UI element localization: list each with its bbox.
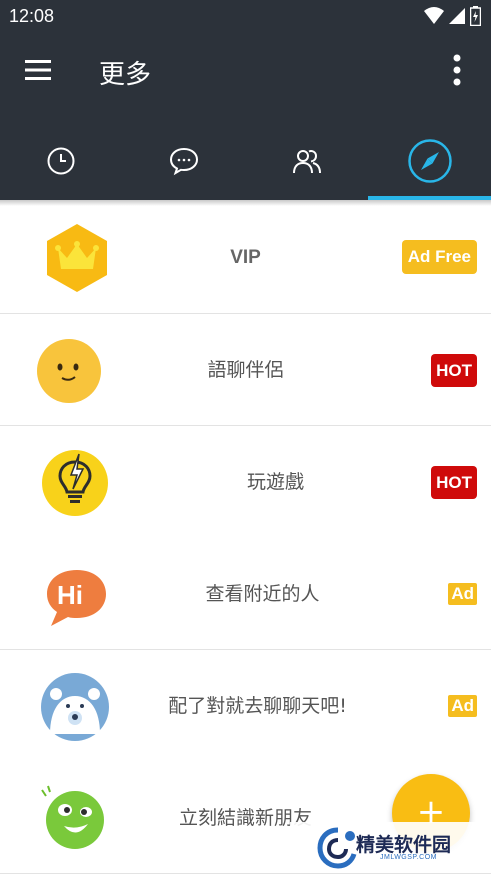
watermark-logo-icon: [317, 827, 357, 869]
list-item-vip[interactable]: VIP Ad Free: [0, 202, 491, 314]
status-bar: 12:08: [0, 0, 491, 34]
clock-icon: [47, 147, 75, 175]
more-vert-icon[interactable]: [451, 54, 463, 86]
tab-discover[interactable]: [368, 122, 491, 200]
list-item-label: 查看附近的人: [205, 583, 320, 605]
app-bar: 更多: [0, 34, 491, 200]
hot-badge: HOT: [431, 354, 477, 387]
watermark-text: 精美软件园: [356, 834, 452, 856]
hamburger-menu-icon[interactable]: [24, 58, 52, 82]
tab-recent[interactable]: [0, 122, 123, 200]
list-item-label: 配了對就去聊聊天吧!: [168, 695, 347, 717]
ad-free-badge: Ad Free: [401, 240, 477, 274]
list-item-nearby[interactable]: Hi 查看附近的人 Ad: [0, 538, 491, 650]
watermark-url: JMLWGSP.COM: [380, 854, 437, 861]
tab-chats[interactable]: [123, 122, 246, 200]
ad-badge: Ad: [448, 695, 477, 717]
signal-icon: [449, 8, 465, 24]
chat-bubble-icon: [170, 147, 199, 176]
list-item-voice-partner[interactable]: 語聊伴侶 HOT: [0, 314, 491, 426]
watermark: 精美软件园 JMLWGSP.COM: [290, 822, 491, 872]
people-icon: [292, 150, 321, 174]
status-icons: [424, 6, 481, 26]
compass-icon: [407, 139, 452, 183]
wifi-icon: [424, 7, 444, 24]
ad-badge: Ad: [448, 583, 477, 605]
hot-badge: HOT: [431, 466, 477, 499]
status-time: 12:08: [9, 6, 55, 26]
tab-bar: [0, 122, 491, 200]
list-item-games[interactable]: 玩遊戲 HOT: [0, 426, 491, 538]
page-title: 更多: [99, 60, 152, 90]
tab-friends[interactable]: [246, 122, 369, 200]
list-item-label: 語聊伴侶: [207, 359, 284, 381]
battery-icon: [470, 6, 481, 26]
list-item-label: 玩遊戲: [246, 471, 304, 493]
list-item-matched-chat[interactable]: 配了對就去聊聊天吧! Ad: [0, 650, 491, 762]
